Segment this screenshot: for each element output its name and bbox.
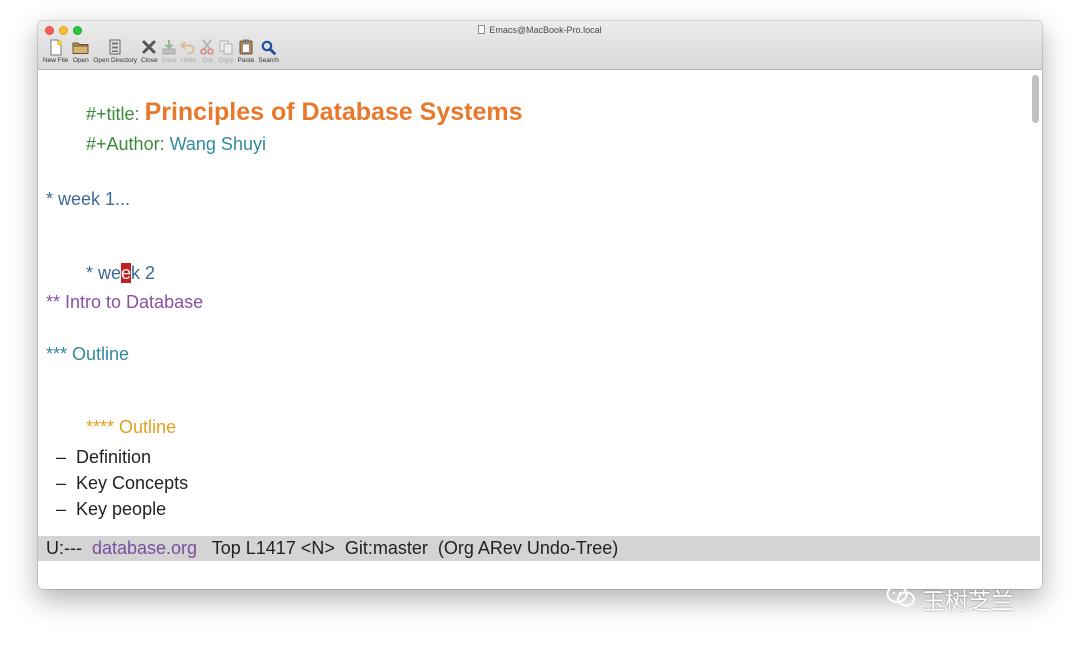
scrollbar-thumb[interactable] — [1032, 75, 1039, 123]
list-item: – Definition — [46, 447, 152, 467]
list-item: – Key people — [46, 499, 167, 519]
open-button[interactable]: Open — [72, 38, 89, 65]
save-icon — [162, 38, 176, 56]
wechat-icon — [886, 584, 916, 614]
document-icon — [478, 25, 486, 34]
author-name: Wang Shuyi — [169, 134, 266, 154]
open-directory-label: Open Directory — [93, 57, 138, 64]
outline4-text: Outline — [114, 417, 177, 437]
list-item: – Key Concepts — [46, 473, 189, 493]
author-keyword: #+Author: — [86, 134, 170, 154]
new-file-label: New File — [43, 57, 69, 64]
modeline-info: Top L1417 <N> Git:master (Org ARev Undo-… — [197, 538, 619, 558]
text-cursor: e — [121, 263, 132, 283]
toolbar: New File Open Open Directory Close Save … — [43, 38, 283, 65]
watermark: 玉树芝兰 — [886, 582, 1014, 616]
undo-label: Undo — [180, 57, 197, 64]
title-bar: Emacs@MacBook-Pro.local New File Open Op… — [38, 21, 1042, 70]
cut-button[interactable]: Cut — [200, 38, 215, 65]
paste-label: Paste — [237, 57, 255, 64]
close-label: Close — [141, 57, 158, 64]
open-label: Open — [72, 57, 89, 64]
window-title-text: Emacs@MacBook-Pro.local — [489, 25, 602, 35]
vertical-scrollbar[interactable] — [1032, 75, 1039, 535]
watermark-text: 玉树芝兰 — [922, 588, 1014, 614]
heading-intro-to-database[interactable]: ** Intro to Database — [46, 291, 203, 313]
undo-button[interactable]: Undo — [180, 38, 196, 65]
cut-label: Cut — [202, 57, 213, 64]
open-directory-button[interactable]: Open Directory — [93, 38, 137, 65]
save-button[interactable]: Save — [161, 38, 177, 65]
save-label: Save — [161, 57, 177, 64]
search-icon — [261, 38, 276, 56]
mode-line: U:--- database.org Top L1417 <N> Git:mas… — [38, 536, 1040, 561]
paste-icon — [239, 38, 253, 56]
week2-text-start: * we — [86, 263, 122, 283]
new-file-button[interactable]: New File — [43, 38, 68, 65]
modeline-status: U:--- — [46, 538, 92, 558]
paste-button[interactable]: Paste — [237, 38, 255, 65]
editor-area[interactable]: #+title: Principles of Database Systems … — [38, 71, 1042, 589]
copy-icon — [219, 38, 233, 56]
heading-week-1[interactable]: * week 1... — [46, 188, 130, 210]
copy-button[interactable]: Copy — [218, 38, 234, 65]
search-button[interactable]: Search — [258, 38, 279, 65]
cut-icon — [200, 38, 215, 56]
modeline-buffer-name[interactable]: database.org — [92, 538, 197, 558]
author-line: #+Author: Wang Shuyi — [46, 111, 266, 177]
undo-icon — [180, 38, 196, 56]
search-label: Search — [258, 57, 279, 64]
heading-outline-level-3[interactable]: *** Outline — [46, 343, 129, 365]
window-title: Emacs@MacBook-Pro.local — [38, 25, 1042, 35]
open-folder-icon — [72, 38, 89, 56]
week2-text-end: k 2 — [131, 263, 156, 283]
open-directory-icon — [108, 38, 122, 56]
copy-label: Copy — [218, 57, 234, 64]
new-file-icon — [48, 38, 64, 56]
emacs-window: Emacs@MacBook-Pro.local New File Open Op… — [38, 21, 1042, 589]
close-button[interactable]: Close — [141, 38, 158, 65]
close-icon — [142, 38, 156, 56]
outline4-stars: **** — [86, 417, 115, 437]
